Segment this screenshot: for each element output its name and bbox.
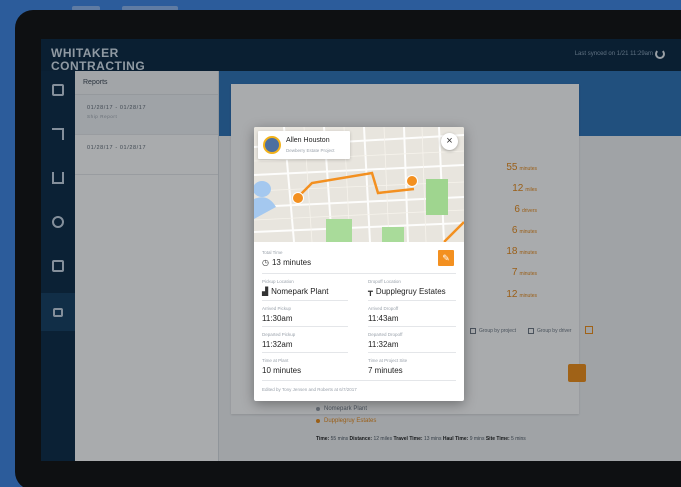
time-at-site-field: Time at Project Site 7 minutes xyxy=(368,358,408,375)
pencil-icon: ✎ xyxy=(442,253,450,263)
driver-name: Allen Houston xyxy=(286,137,330,144)
clock-icon: ◷ xyxy=(262,258,269,267)
close-button[interactable]: × xyxy=(441,133,458,150)
arrived-dropoff-field: Arrived Dropoff 11:43am xyxy=(368,306,399,323)
edit-footnote: Edited by Tony Jensen and Roberts at 6/7… xyxy=(262,387,357,392)
trip-details: Total Time ◷ 13 minutes ✎ Pickup Location… xyxy=(254,242,464,401)
edit-button[interactable]: ✎ xyxy=(438,250,454,266)
total-time-field: Total Time ◷ 13 minutes xyxy=(262,250,312,267)
crane-icon: ┳ xyxy=(368,287,373,296)
departed-pickup-field: Departed Pickup 11:32am xyxy=(262,332,296,349)
driver-chip: Allen Houston Dewberry Estate Project xyxy=(258,131,350,159)
arrived-pickup-field: Arrived Pickup 11:30am xyxy=(262,306,293,323)
dropoff-location-field: Dropoff Location ┳ Dupplegruy Estates xyxy=(368,279,446,296)
divider xyxy=(262,273,456,274)
factory-icon: ▟ xyxy=(262,287,269,296)
time-at-plant-field: Time at Plant 10 minutes xyxy=(262,358,302,375)
driver-project: Dewberry Estate Project xyxy=(286,148,335,153)
trip-detail-modal: Allen Houston Dewberry Estate Project × … xyxy=(254,127,464,401)
departed-dropoff-field: Departed Dropoff 11:32am xyxy=(368,332,403,349)
pickup-location-field: Pickup Location ▟ Nomepark Plant xyxy=(262,279,329,296)
close-icon: × xyxy=(446,135,453,147)
route-map[interactable]: Allen Houston Dewberry Estate Project × xyxy=(254,127,464,242)
avatar xyxy=(263,136,281,154)
